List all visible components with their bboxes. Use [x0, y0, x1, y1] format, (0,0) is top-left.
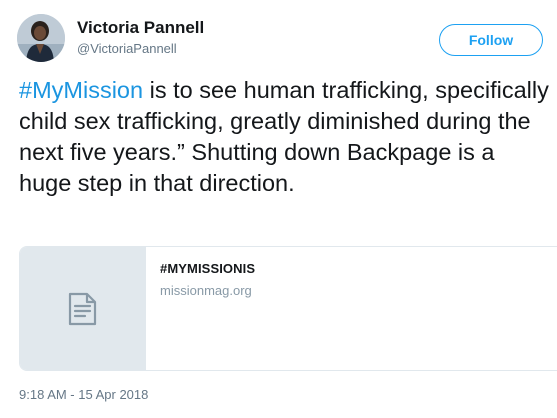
tweet-timestamp[interactable]: 9:18 AM - 15 Apr 2018	[19, 387, 148, 402]
tweet-text: #MyMission is to see human trafficking, …	[19, 75, 551, 199]
follow-button[interactable]: Follow	[439, 24, 543, 56]
author-display-name[interactable]: Victoria Pannell	[77, 18, 204, 38]
link-card-body: #MYMISSIONIS missionmag.org	[146, 247, 255, 370]
link-card-domain: missionmag.org	[160, 283, 252, 298]
link-card[interactable]: #MYMISSIONIS missionmag.org	[19, 246, 557, 371]
document-icon	[68, 292, 96, 325]
author-handle[interactable]: @VictoriaPannell	[77, 41, 177, 56]
link-card-title: #MYMISSIONIS	[160, 261, 256, 276]
hashtag-link[interactable]: #MyMission	[19, 77, 143, 103]
tweet-header: Victoria Pannell @VictoriaPannell Follow	[17, 14, 543, 66]
link-card-thumbnail	[20, 247, 146, 370]
user-avatar-icon	[17, 14, 65, 62]
avatar[interactable]	[17, 14, 65, 62]
